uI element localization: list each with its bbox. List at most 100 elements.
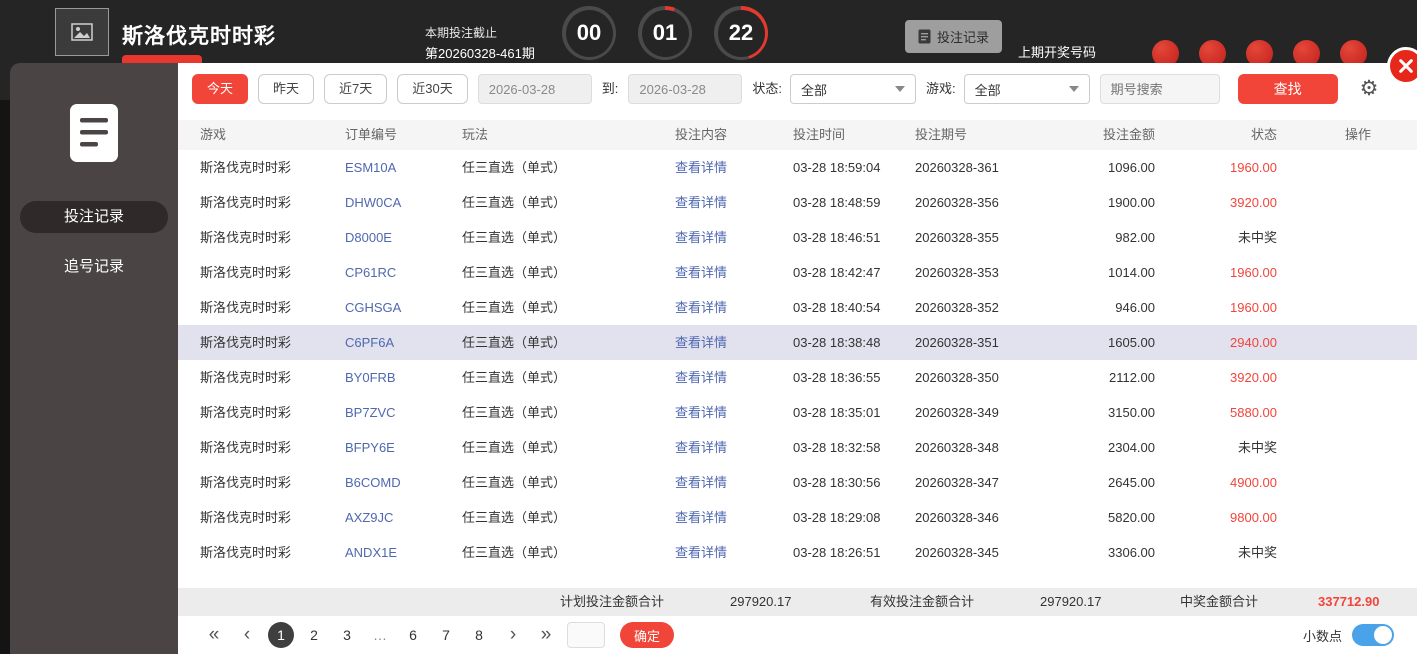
cell-bet-time: 03-28 18:32:58: [793, 430, 915, 465]
order-number-link[interactable]: BP7ZVC: [345, 395, 462, 430]
close-button[interactable]: [1387, 47, 1417, 85]
cell-action: [1277, 290, 1397, 325]
cell-play-type: 任三直选（单式）: [462, 430, 675, 465]
table-row: 斯洛伐克时时彩 BY0FRB 任三直选（单式） 查看详情 03-28 18:36…: [178, 360, 1417, 395]
order-number-link[interactable]: B6COMD: [345, 465, 462, 500]
search-button[interactable]: 查找: [1238, 74, 1338, 104]
order-number-link[interactable]: CP61RC: [345, 255, 462, 290]
site-logo: [55, 8, 109, 56]
filter-30days-button[interactable]: 近30天: [397, 74, 467, 104]
view-details-link[interactable]: 查看详情: [675, 465, 793, 500]
view-details-link[interactable]: 查看详情: [675, 255, 793, 290]
game-label: 游戏:: [926, 74, 956, 104]
table-row: 斯洛伐克时时彩 ANDX1E 任三直选（单式） 查看详情 03-28 18:26…: [178, 535, 1417, 570]
cell-game: 斯洛伐克时时彩: [200, 360, 345, 395]
page-number[interactable]: 7: [433, 622, 459, 648]
countdown-ring: 00: [562, 6, 616, 60]
valid-total-value: 297920.17: [1040, 588, 1101, 616]
status-select-value: 全部: [801, 80, 827, 99]
cell-bet-period: 20260328-349: [915, 395, 1055, 430]
cell-bet-period: 20260328-347: [915, 465, 1055, 500]
gear-icon[interactable]: ⚙: [1360, 74, 1379, 104]
cell-action: [1277, 535, 1397, 570]
col-content: 投注内容: [675, 120, 793, 150]
table-row: 斯洛伐克时时彩 BFPY6E 任三直选（单式） 查看详情 03-28 18:32…: [178, 430, 1417, 465]
cell-play-type: 任三直选（单式）: [462, 185, 675, 220]
view-details-link[interactable]: 查看详情: [675, 500, 793, 535]
order-number-link[interactable]: CGHSGA: [345, 290, 462, 325]
filter-today-button[interactable]: 今天: [192, 74, 248, 104]
view-details-link[interactable]: 查看详情: [675, 535, 793, 570]
cell-play-type: 任三直选（单式）: [462, 255, 675, 290]
game-select-value: 全部: [975, 80, 1001, 99]
date-to-input[interactable]: [628, 74, 742, 104]
first-page-button[interactable]: «: [202, 623, 226, 647]
page-number[interactable]: 6: [400, 622, 426, 648]
order-number-link[interactable]: DHW0CA: [345, 185, 462, 220]
page-number[interactable]: 1: [268, 622, 294, 648]
page-number[interactable]: 8: [466, 622, 492, 648]
col-amount: 投注金额: [1055, 120, 1155, 150]
chevron-down-icon: [895, 86, 905, 92]
decimal-label: 小数点: [1303, 626, 1342, 645]
view-details-link[interactable]: 查看详情: [675, 220, 793, 255]
view-details-link[interactable]: 查看详情: [675, 185, 793, 220]
order-number-link[interactable]: D8000E: [345, 220, 462, 255]
period-search-input[interactable]: [1100, 74, 1220, 104]
image-placeholder-icon: [71, 23, 93, 41]
view-details-link[interactable]: 查看详情: [675, 395, 793, 430]
status-select[interactable]: 全部: [790, 74, 916, 104]
goto-page-input[interactable]: [567, 622, 605, 648]
valid-total-label: 有效投注金额合计: [870, 588, 974, 616]
view-details-link[interactable]: 查看详情: [675, 360, 793, 395]
order-number-link[interactable]: ANDX1E: [345, 535, 462, 570]
bet-records-modal: 投注记录追号记录 今天 昨天 近7天 近30天 到: 状态: 全部 游戏: 全部…: [10, 63, 1417, 654]
date-from-input[interactable]: [478, 74, 592, 104]
bet-records-button[interactable]: 投注记录: [905, 20, 1002, 53]
sidebar-item[interactable]: 投注记录: [20, 201, 168, 233]
col-period: 投注期号: [915, 120, 1055, 150]
filter-7days-button[interactable]: 近7天: [324, 74, 387, 104]
table-row: 斯洛伐克时时彩 C6PF6A 任三直选（单式） 查看详情 03-28 18:38…: [178, 325, 1417, 360]
cell-bet-period: 20260328-356: [915, 185, 1055, 220]
cell-bet-period: 20260328-351: [915, 325, 1055, 360]
records-doc-icon: [10, 103, 178, 163]
view-details-link[interactable]: 查看详情: [675, 325, 793, 360]
cell-game: 斯洛伐克时时彩: [200, 430, 345, 465]
page-number[interactable]: 3: [334, 622, 360, 648]
order-number-link[interactable]: BFPY6E: [345, 430, 462, 465]
cell-action: [1277, 220, 1397, 255]
document-icon: [918, 29, 931, 44]
cell-bet-time: 03-28 18:36:55: [793, 360, 915, 395]
page-ellipsis: …: [367, 622, 393, 648]
table-row: 斯洛伐克时时彩 DHW0CA 任三直选（单式） 查看详情 03-28 18:48…: [178, 185, 1417, 220]
order-number-link[interactable]: ESM10A: [345, 150, 462, 185]
deadline-label: 本期投注截止: [425, 24, 497, 41]
cell-status: 未中奖: [1155, 535, 1277, 570]
order-number-link[interactable]: BY0FRB: [345, 360, 462, 395]
view-details-link[interactable]: 查看详情: [675, 430, 793, 465]
view-details-link[interactable]: 查看详情: [675, 290, 793, 325]
prev-page-button[interactable]: ‹: [235, 623, 259, 647]
order-number-link[interactable]: AXZ9JC: [345, 500, 462, 535]
cell-game: 斯洛伐克时时彩: [200, 150, 345, 185]
date-to-label: 到:: [602, 74, 619, 104]
page-number[interactable]: 2: [301, 622, 327, 648]
confirm-page-button[interactable]: 确定: [620, 622, 674, 648]
countdown-ring: 22: [714, 6, 768, 60]
cell-bet-period: 20260328-350: [915, 360, 1055, 395]
filter-yesterday-button[interactable]: 昨天: [258, 74, 314, 104]
cell-bet-period: 20260328-361: [915, 150, 1055, 185]
cell-action: [1277, 500, 1397, 535]
last-page-button[interactable]: »: [534, 623, 558, 647]
game-select[interactable]: 全部: [964, 74, 1090, 104]
view-details-link[interactable]: 查看详情: [675, 150, 793, 185]
cell-action: [1277, 430, 1397, 465]
decimal-toggle-group: 小数点: [1303, 624, 1394, 646]
next-page-button[interactable]: ›: [501, 623, 525, 647]
sidebar-item[interactable]: 追号记录: [20, 251, 168, 283]
decimal-toggle[interactable]: [1352, 624, 1394, 646]
order-number-link[interactable]: C6PF6A: [345, 325, 462, 360]
cell-play-type: 任三直选（单式）: [462, 360, 675, 395]
toggle-knob: [1374, 626, 1392, 644]
